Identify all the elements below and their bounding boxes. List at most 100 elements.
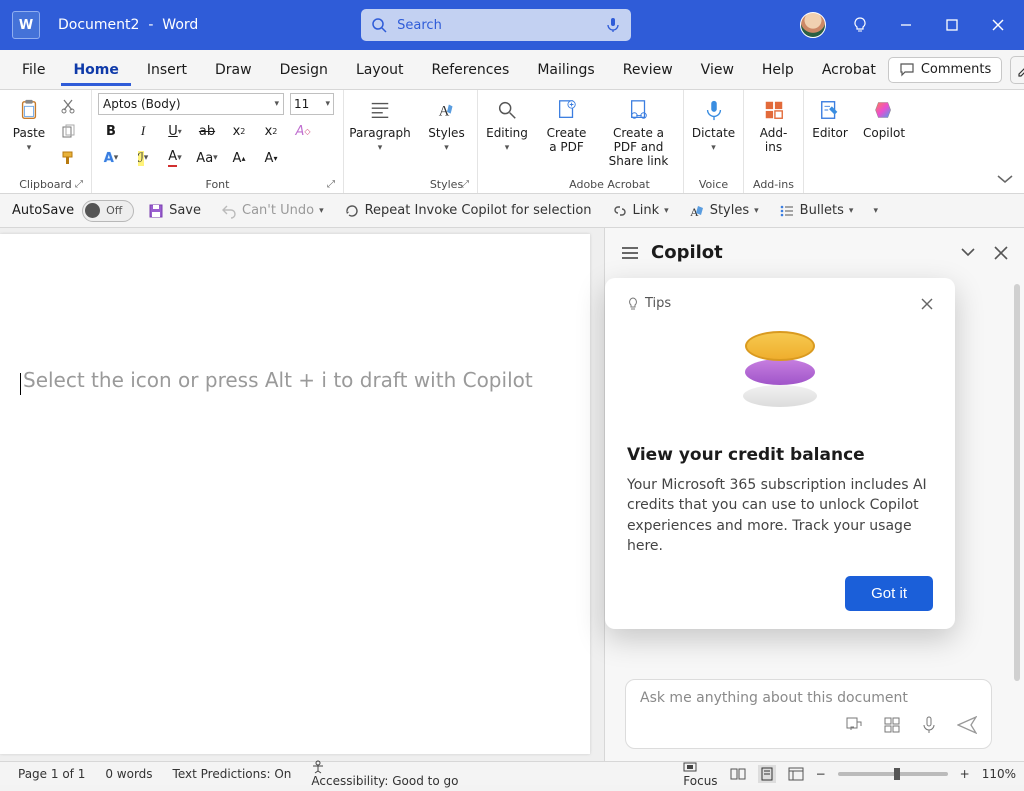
copilot-pane-title: Copilot	[651, 242, 723, 263]
zoom-level[interactable]: 110%	[982, 767, 1016, 781]
font-name-combo[interactable]: Aptos (Body)▾	[98, 93, 284, 115]
repeat-button[interactable]: Repeat Invoke Copilot for selection	[338, 201, 598, 221]
user-avatar[interactable]	[800, 12, 826, 38]
font-launcher-icon[interactable]: ⤢	[327, 179, 335, 190]
bullets-button[interactable]: Bullets▾	[773, 201, 860, 221]
addins-button[interactable]: Add-ins	[750, 93, 797, 157]
status-page[interactable]: Page 1 of 1	[8, 767, 95, 781]
zoom-slider[interactable]	[838, 772, 948, 776]
send-icon[interactable]	[957, 716, 977, 734]
shrink-font-button[interactable]: A▾	[258, 147, 284, 169]
tab-review[interactable]: Review	[611, 54, 685, 86]
tab-help[interactable]: Help	[750, 54, 806, 86]
web-layout-button[interactable]	[788, 767, 804, 781]
window-maximize-button[interactable]	[940, 13, 964, 37]
tab-draw[interactable]: Draw	[203, 54, 264, 86]
copilot-input-area[interactable]: Ask me anything about this document	[625, 679, 992, 749]
mic-input-icon[interactable]	[921, 716, 937, 734]
ideas-icon[interactable]	[848, 13, 872, 37]
editing-mode-button[interactable]: ▾	[1010, 56, 1024, 84]
status-accessibility[interactable]: Accessibility: Good to go	[301, 760, 468, 788]
tab-insert[interactable]: Insert	[135, 54, 199, 86]
tips-card: Tips View your credit balance Your Micro…	[605, 278, 955, 629]
qat-overflow-button[interactable]: ▾	[867, 204, 884, 218]
font-color-button[interactable]: A▾	[162, 147, 188, 169]
copilot-icon	[869, 95, 899, 125]
word-logo-icon: W	[12, 11, 40, 39]
styles-button[interactable]: A Styles▾	[424, 93, 470, 155]
tab-mailings[interactable]: Mailings	[525, 54, 606, 86]
document-area[interactable]: Select the icon or press Alt + i to draf…	[0, 228, 604, 761]
clipboard-group-label: Clipboard	[19, 178, 72, 191]
ribbon-tabs: File Home Insert Draw Design Layout Refe…	[10, 54, 888, 86]
bold-button[interactable]: B	[98, 120, 124, 142]
clipboard-launcher-icon[interactable]: ⤢	[75, 179, 83, 190]
ribbon-collapse-button[interactable]	[996, 173, 1014, 185]
microphone-icon[interactable]	[605, 17, 621, 33]
editor-button[interactable]: Editor	[807, 93, 853, 143]
tab-acrobat[interactable]: Acrobat	[810, 54, 888, 86]
underline-button[interactable]: U▾	[162, 120, 188, 142]
print-layout-button[interactable]	[758, 765, 776, 783]
subscript-button[interactable]: x2	[226, 120, 252, 142]
add-content-icon[interactable]	[845, 716, 863, 734]
italic-button[interactable]: I	[130, 120, 156, 142]
dictate-button[interactable]: Dictate▾	[690, 93, 737, 155]
copy-button[interactable]	[55, 121, 81, 143]
editing-button[interactable]: Editing▾	[484, 93, 530, 155]
apps-icon[interactable]	[883, 716, 901, 734]
text-cursor	[20, 373, 21, 395]
styles-launcher-icon[interactable]: ⤢	[461, 179, 469, 190]
tab-view[interactable]: View	[689, 54, 746, 86]
ribbon: Paste▾ Clipboard⤢ Aptos (Body)▾ 11▾ B I …	[0, 90, 1024, 194]
copilot-collapse-button[interactable]	[960, 246, 976, 260]
styles-icon: A	[432, 95, 462, 125]
text-effects-button[interactable]: A▾	[98, 147, 124, 169]
paste-button[interactable]: Paste▾	[6, 93, 52, 155]
paragraph-icon	[365, 95, 395, 125]
tab-design[interactable]: Design	[268, 54, 340, 86]
comments-button[interactable]: Comments	[888, 57, 1002, 83]
dictate-icon	[699, 95, 729, 125]
paragraph-button[interactable]: Paragraph▾	[350, 93, 410, 155]
link-button[interactable]: Link▾	[606, 201, 675, 221]
read-mode-button[interactable]	[730, 767, 746, 781]
document-page[interactable]: Select the icon or press Alt + i to draf…	[0, 234, 590, 754]
strikethrough-button[interactable]: ab	[194, 120, 220, 142]
search-box[interactable]: Search	[361, 9, 631, 41]
format-painter-button[interactable]	[55, 147, 81, 169]
create-pdf-button[interactable]: Create a PDF	[540, 93, 594, 157]
cut-button[interactable]	[55, 95, 81, 117]
got-it-button[interactable]: Got it	[845, 576, 933, 611]
status-predictions[interactable]: Text Predictions: On	[163, 767, 302, 781]
window-close-button[interactable]	[986, 13, 1010, 37]
font-size-combo[interactable]: 11▾	[290, 93, 334, 115]
undo-button[interactable]: Can't Undo▾	[215, 201, 330, 221]
copilot-menu-icon[interactable]	[621, 246, 639, 260]
tab-layout[interactable]: Layout	[344, 54, 416, 86]
save-button[interactable]: Save	[142, 201, 207, 221]
styles-qat-button[interactable]: A Styles▾	[683, 201, 765, 221]
window-minimize-button[interactable]	[894, 13, 918, 37]
status-words[interactable]: 0 words	[95, 767, 162, 781]
quick-access-bar: AutoSave Off Save Can't Undo▾ Repeat Inv…	[0, 194, 1024, 228]
grow-font-button[interactable]: A▴	[226, 147, 252, 169]
superscript-button[interactable]: x2	[258, 120, 284, 142]
autosave-toggle[interactable]: Off	[82, 200, 134, 222]
copilot-ribbon-button[interactable]: Copilot	[861, 93, 907, 143]
zoom-out-button[interactable]: −	[816, 767, 826, 781]
document-title: Document2 - Word	[58, 17, 198, 33]
copilot-close-button[interactable]	[994, 246, 1008, 260]
tab-home[interactable]: Home	[61, 54, 130, 86]
zoom-in-button[interactable]: +	[960, 767, 970, 781]
highlight-button[interactable]: ℐ▾	[130, 147, 156, 169]
copilot-scrollbar[interactable]	[1014, 284, 1020, 681]
change-case-button[interactable]: Aa▾	[194, 147, 220, 169]
tips-close-button[interactable]	[921, 298, 933, 310]
create-pdf-share-button[interactable]: Create a PDF and Share link	[598, 93, 680, 170]
tab-file[interactable]: File	[10, 54, 57, 86]
editor-icon	[815, 95, 845, 125]
clear-formatting-button[interactable]: A◇	[290, 120, 316, 142]
tab-references[interactable]: References	[420, 54, 522, 86]
focus-mode-button[interactable]: Focus	[683, 760, 717, 788]
